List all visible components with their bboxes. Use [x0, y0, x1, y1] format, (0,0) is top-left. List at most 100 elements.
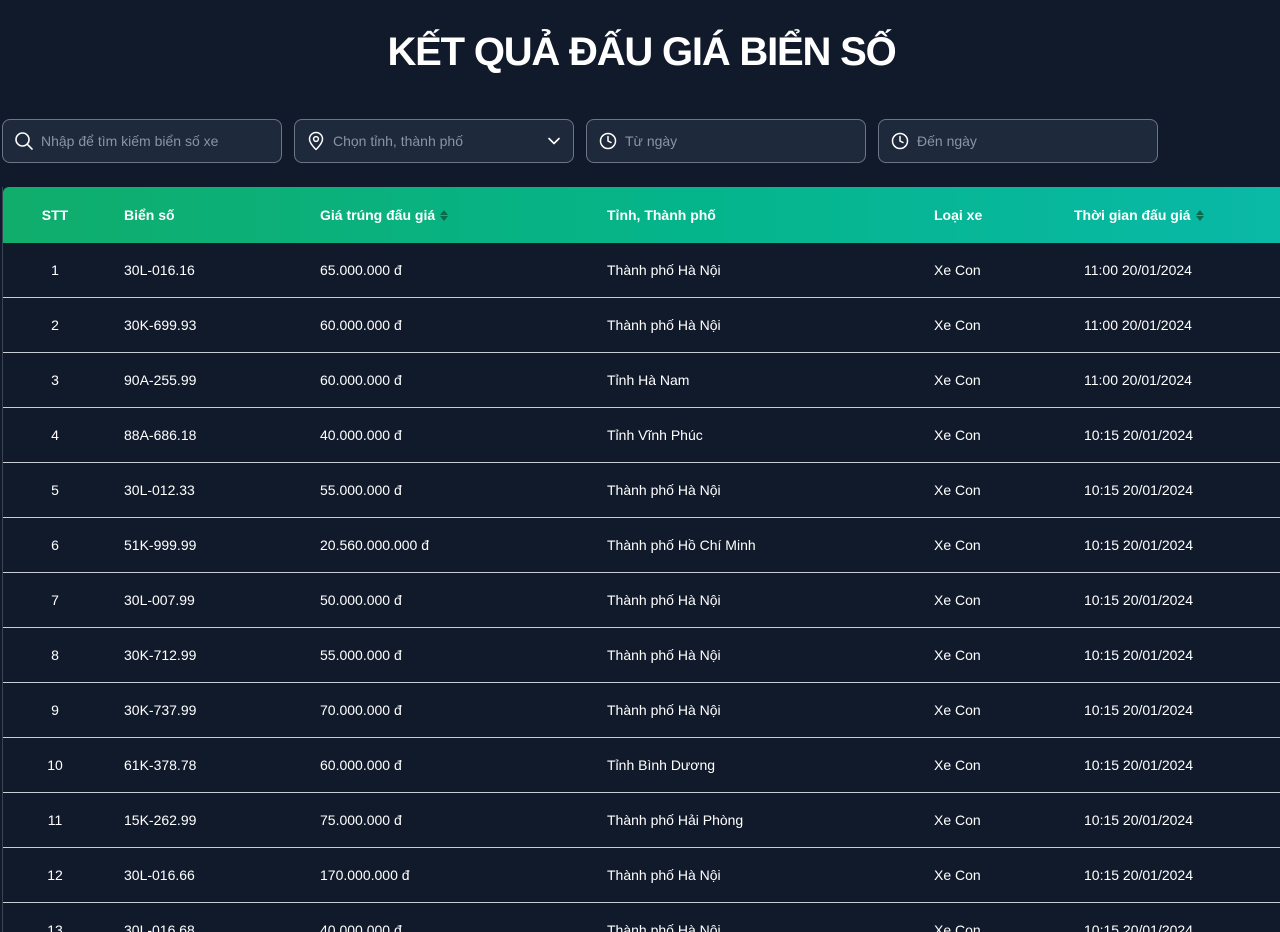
cell-plate: 30L-007.99 [124, 592, 195, 608]
cell-province: Thành phố Hà Nội [607, 482, 721, 498]
column-header-plate: Biển số [124, 207, 175, 223]
cell-time: 10:15 20/01/2024 [1084, 757, 1193, 773]
column-header-province: Tỉnh, Thành phố [607, 207, 716, 223]
cell-province: Tỉnh Bình Dương [607, 757, 716, 773]
cell-vehicle-type: Xe Con [934, 592, 981, 608]
table-row[interactable]: 11 15K-262.99 75.000.000 đ Thành phố Hải Ph… [3, 793, 1280, 848]
cell-vehicle-type: Xe Con [934, 537, 981, 553]
column-header-time[interactable]: Thời gian đấu giá [1074, 187, 1204, 243]
cell-vehicle-type: Xe Con [934, 427, 981, 443]
table-row[interactable]: 8 30K-712.99 55.000.000 đ Thành phố Hà Nội X… [3, 628, 1280, 683]
cell-time: 10:15 20/01/2024 [1084, 537, 1193, 553]
clock-icon [598, 131, 618, 151]
cell-price: 60.000.000 đ [320, 757, 402, 773]
cell-price: 50.000.000 đ [320, 592, 402, 608]
cell-plate: 30K-712.99 [124, 647, 197, 663]
cell-price: 75.000.000 đ [320, 812, 402, 828]
cell-province: Thành phố Hải Phòng [607, 812, 744, 828]
cell-price: 40.000.000 đ [320, 427, 402, 443]
column-header-time-label: Thời gian đấu giá [1074, 207, 1191, 223]
sort-icon[interactable] [1195, 209, 1204, 221]
cell-stt: 10 [47, 757, 63, 773]
plate-search-input[interactable]: Nhập để tìm kiếm biển số xe [2, 119, 282, 163]
table-row[interactable]: 3 90A-255.99 60.000.000 đ Tỉnh Hà Nam Xe Con… [3, 353, 1280, 408]
cell-vehicle-type: Xe Con [934, 922, 981, 932]
cell-time: 10:15 20/01/2024 [1084, 867, 1193, 883]
province-select[interactable]: Chọn tỉnh, thành phố [294, 119, 574, 163]
column-header-vehicle-type: Loại xe [934, 207, 983, 223]
cell-plate: 30K-699.93 [124, 317, 197, 333]
cell-time: 10:15 20/01/2024 [1084, 812, 1193, 828]
cell-price: 55.000.000 đ [320, 647, 402, 663]
cell-plate: 30L-016.68 [124, 922, 195, 932]
table-row[interactable]: 4 88A-686.18 40.000.000 đ Tỉnh Vĩnh Phúc Xe … [3, 408, 1280, 463]
cell-price: 40.000.000 đ [320, 922, 402, 932]
to-date-input[interactable]: Đến ngày [878, 119, 1158, 163]
table-row[interactable]: 1 30L-016.16 65.000.000 đ Thành phố Hà Nội X… [3, 243, 1280, 298]
province-placeholder: Chọn tỉnh, thành phố [333, 133, 463, 149]
table-row[interactable]: 9 30K-737.99 70.000.000 đ Thành phố Hà Nội X… [3, 683, 1280, 738]
column-header-price-label: Giá trúng đấu giá [320, 207, 436, 223]
cell-stt: 1 [51, 262, 59, 278]
cell-stt: 6 [51, 537, 59, 553]
table-body: 1 30L-016.16 65.000.000 đ Thành phố Hà Nội X… [3, 243, 1280, 932]
column-header-price[interactable]: Giá trúng đấu giá [320, 187, 449, 243]
from-date-input[interactable]: Từ ngày [586, 119, 866, 163]
results-table: STT Biển số Giá trúng đấu giá Tỉnh, Thàn… [2, 187, 1280, 932]
cell-stt: 5 [51, 482, 59, 498]
cell-vehicle-type: Xe Con [934, 262, 981, 278]
table-row[interactable]: 6 51K-999.99 20.560.000.000 đ Thành phố Hồ … [3, 518, 1280, 573]
table-row[interactable]: 2 30K-699.93 60.000.000 đ Thành phố Hà Nội X… [3, 298, 1280, 353]
cell-plate: 30K-737.99 [124, 702, 197, 718]
cell-vehicle-type: Xe Con [934, 372, 981, 388]
table-row[interactable]: 13 30L-016.68 40.000.000 đ Thành phố Hà Nội… [3, 903, 1280, 932]
cell-price: 60.000.000 đ [320, 372, 402, 388]
search-placeholder: Nhập để tìm kiếm biển số xe [41, 133, 219, 149]
cell-stt: 4 [51, 427, 59, 443]
sort-icon[interactable] [440, 209, 449, 221]
table-row[interactable]: 7 30L-007.99 50.000.000 đ Thành phố Hà Nội X… [3, 573, 1280, 628]
table-row[interactable]: 5 30L-012.33 55.000.000 đ Thành phố Hà Nội X… [3, 463, 1280, 518]
cell-province: Thành phố Hà Nội [607, 592, 721, 608]
cell-price: 170.000.000 đ [320, 867, 410, 883]
cell-vehicle-type: Xe Con [934, 867, 981, 883]
cell-province: Thành phố Hồ Chí Minh [607, 537, 756, 553]
cell-time: 11:00 20/01/2024 [1084, 262, 1192, 278]
to-date-placeholder: Đến ngày [917, 133, 977, 149]
cell-vehicle-type: Xe Con [934, 482, 981, 498]
cell-province: Tỉnh Vĩnh Phúc [607, 427, 703, 443]
table-header: STT Biển số Giá trúng đấu giá Tỉnh, Thàn… [3, 187, 1280, 243]
cell-time: 10:15 20/01/2024 [1084, 647, 1193, 663]
cell-plate: 30L-016.66 [124, 867, 195, 883]
table-row[interactable]: 12 30L-016.66 170.000.000 đ Thành phố Hà Nộ… [3, 848, 1280, 903]
auction-results-page: KẾT QUẢ ĐẤU GIÁ BIỂN SỐ Nhập để tìm kiếm… [0, 0, 1280, 932]
cell-price: 20.560.000.000 đ [320, 537, 429, 553]
cell-time: 11:00 20/01/2024 [1084, 372, 1192, 388]
cell-province: Thành phố Hà Nội [607, 317, 721, 333]
cell-plate: 30L-012.33 [124, 482, 195, 498]
cell-stt: 12 [47, 867, 63, 883]
cell-province: Thành phố Hà Nội [607, 647, 721, 663]
cell-price: 65.000.000 đ [320, 262, 402, 278]
chevron-down-icon[interactable] [545, 132, 563, 150]
cell-stt: 8 [51, 647, 59, 663]
cell-stt: 9 [51, 702, 59, 718]
cell-stt: 11 [47, 812, 63, 828]
cell-plate: 30L-016.16 [124, 262, 195, 278]
table-row[interactable]: 10 61K-378.78 60.000.000 đ Tỉnh Bình Dương X… [3, 738, 1280, 793]
cell-stt: 3 [51, 372, 59, 388]
cell-time: 11:00 20/01/2024 [1084, 317, 1192, 333]
cell-time: 10:15 20/01/2024 [1084, 702, 1193, 718]
map-pin-icon [306, 131, 326, 151]
cell-vehicle-type: Xe Con [934, 757, 981, 773]
cell-vehicle-type: Xe Con [934, 702, 981, 718]
cell-province: Thành phố Hà Nội [607, 262, 721, 278]
cell-plate: 88A-686.18 [124, 427, 197, 443]
cell-time: 10:15 20/01/2024 [1084, 482, 1193, 498]
cell-time: 10:15 20/01/2024 [1084, 922, 1193, 932]
cell-province: Thành phố Hà Nội [607, 867, 721, 883]
cell-stt: 7 [51, 592, 59, 608]
cell-province: Tỉnh Hà Nam [607, 372, 690, 388]
cell-province: Thành phố Hà Nội [607, 922, 721, 932]
cell-stt: 13 [47, 922, 63, 932]
